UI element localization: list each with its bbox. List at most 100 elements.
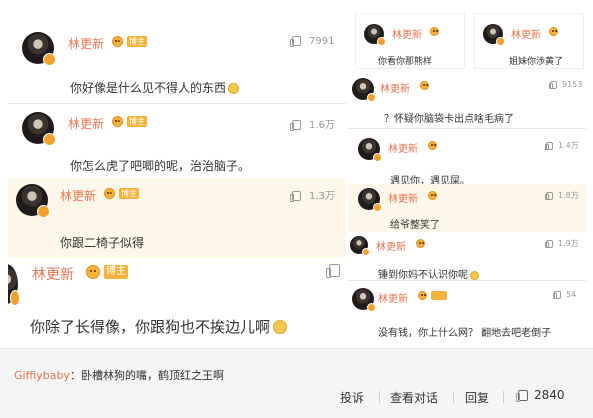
thumbs-up-icon xyxy=(545,239,553,248)
bottom-comment-text: ：卧槽林狗的嘴，鹤顶红之王啊 xyxy=(69,369,224,382)
like-button[interactable]: 9153 xyxy=(549,80,583,89)
like-count: 2840 xyxy=(534,388,565,402)
comment-text: ？怀疑你脑袋卡出点啥毛病了 xyxy=(384,114,514,125)
thumbs-up-icon xyxy=(545,141,553,150)
crown-icon xyxy=(428,141,437,150)
crown-icon xyxy=(86,265,100,279)
blogger-badge: 博主 xyxy=(127,116,147,127)
comment-card: 林更新 54 没有钱，你上什么网？ 翻地去吧老倒子 xyxy=(348,282,586,346)
comment-card: 林更新 1.4万 遇见你，遇见屎。 xyxy=(348,134,586,187)
avatar[interactable] xyxy=(350,236,370,256)
left-comment-panel: 林更新 博主 7991 你好像是什么见不得人的东西 林更新 博主 1.6万 你怎… xyxy=(8,24,346,346)
crown-icon xyxy=(430,27,439,36)
like-button[interactable]: 1.6万 xyxy=(290,116,335,131)
emoji-icon xyxy=(470,271,479,280)
comment-card: 林更新 博主 1.3万 你跟二椅子似得 xyxy=(8,178,346,258)
comment-text: 你跟二椅子似得 xyxy=(60,236,145,250)
comment-line: Giffiybaby：卧槽林狗的嘴，鹤顶红之王啊 xyxy=(14,367,224,383)
username[interactable]: 林更新 xyxy=(376,238,406,253)
like-button[interactable] xyxy=(326,264,340,278)
like-button[interactable]: 2840 xyxy=(515,388,565,402)
like-button[interactable]: 1.8万 xyxy=(545,190,579,201)
avatar[interactable] xyxy=(483,24,505,46)
blogger-badge: 博主 xyxy=(127,36,147,47)
comment-card: 林更新 博主 你除了长得像，你跟狗也不挨边儿啊 xyxy=(8,258,346,346)
emoji-icon xyxy=(273,320,288,334)
comment-text: 没有钱，你上什么网？ 翻地去吧老倒子 xyxy=(378,328,552,339)
crown-icon xyxy=(104,188,115,199)
avatar[interactable] xyxy=(16,184,50,218)
crown-icon xyxy=(428,191,437,200)
avatar[interactable] xyxy=(8,264,21,306)
like-count: 1.9万 xyxy=(558,239,579,248)
username[interactable]: 林更新 xyxy=(60,187,96,204)
comment-card: 林更新 1.9万 锤到你妈不认识你呢 xyxy=(348,232,586,281)
username[interactable]: 林更新 xyxy=(378,290,408,305)
divider xyxy=(8,103,346,104)
crown-icon xyxy=(112,36,123,47)
reply-button[interactable]: 回复 xyxy=(465,389,489,406)
comment-text: 姐妹你涉黄了 xyxy=(509,57,564,67)
thumbs-up-icon xyxy=(290,191,301,202)
crown-icon xyxy=(416,239,425,248)
report-button[interactable]: 投诉 xyxy=(340,389,364,406)
crown-icon xyxy=(420,81,429,90)
comment-text: 给爷整笑了 xyxy=(390,220,440,231)
divider xyxy=(503,391,504,403)
avatar[interactable] xyxy=(352,78,376,102)
like-count: 1.8万 xyxy=(558,191,579,200)
comment-text: 你好像是什么见不得人的东西 xyxy=(70,79,240,96)
like-button[interactable]: 1.3万 xyxy=(290,187,335,202)
thumbs-up-icon xyxy=(290,120,301,131)
avatar[interactable] xyxy=(364,24,386,46)
divider xyxy=(379,391,380,403)
thumbs-up-icon xyxy=(545,191,553,200)
avatar[interactable] xyxy=(352,288,376,312)
avatar[interactable] xyxy=(358,138,382,162)
like-button[interactable]: 1.4万 xyxy=(545,140,579,151)
username[interactable]: 林更新 xyxy=(32,264,74,284)
crown-icon xyxy=(418,291,427,300)
like-count: 1.6万 xyxy=(309,120,335,131)
avatar[interactable] xyxy=(22,112,56,146)
screenshot-collage: 林更新 博主 7991 你好像是什么见不得人的东西 林更新 博主 1.6万 你怎… xyxy=(0,0,593,418)
avatar[interactable] xyxy=(358,188,382,212)
like-button[interactable]: 7991 xyxy=(290,36,335,47)
thumbs-up-icon xyxy=(515,390,528,402)
right-top-card: 林更新 你看你那熊样 xyxy=(355,13,465,69)
username[interactable]: 林更新 xyxy=(380,80,410,95)
comment-card: 林更新 博主 7991 你好像是什么见不得人的东西 xyxy=(8,24,346,104)
comment-text: 你怎么虎了吧唧的呢，治治脑子。 xyxy=(70,159,251,173)
comment-card: 林更新 9153 ？怀疑你脑袋卡出点啥毛病了 xyxy=(348,74,586,126)
thumbs-up-icon xyxy=(549,80,557,89)
comment-card: 林更新 1.8万 给爷整笑了 xyxy=(348,184,586,232)
like-count: 7991 xyxy=(309,36,335,47)
like-count: 54 xyxy=(566,290,577,299)
commenter-username[interactable]: Giffiybaby xyxy=(14,369,70,382)
bottom-comment-bar: Giffiybaby：卧槽林狗的嘴，鹤顶红之王啊 投诉 查看对话 回复 2840 xyxy=(0,348,593,418)
thumbs-up-icon xyxy=(553,290,561,299)
username[interactable]: 林更新 xyxy=(388,190,418,205)
comment-text: 锤到你妈不认识你呢 xyxy=(378,266,479,281)
divider xyxy=(348,280,586,281)
avatar[interactable] xyxy=(22,32,56,66)
divider xyxy=(453,391,454,403)
thumbs-up-icon xyxy=(326,264,340,278)
like-button[interactable]: 54 xyxy=(553,290,577,299)
blogger-badge xyxy=(431,291,447,300)
like-button[interactable]: 1.9万 xyxy=(545,238,579,249)
thumbs-up-icon xyxy=(290,36,301,47)
username[interactable]: 林更新 xyxy=(68,115,104,132)
username[interactable]: 林更新 xyxy=(392,26,422,41)
right-top-card: 林更新 姐妹你涉黄了 xyxy=(474,13,584,69)
like-count: 1.3万 xyxy=(309,191,335,202)
username[interactable]: 林更新 xyxy=(511,26,541,41)
emoji-icon xyxy=(228,83,240,94)
username[interactable]: 林更新 xyxy=(388,140,418,155)
blogger-badge: 博主 xyxy=(119,188,139,199)
crown-icon xyxy=(112,116,123,127)
username[interactable]: 林更新 xyxy=(68,35,104,52)
like-count: 9153 xyxy=(562,80,583,89)
view-conversation-button[interactable]: 查看对话 xyxy=(390,389,438,406)
comment-card: 林更新 博主 1.6万 你怎么虎了吧唧的呢，治治脑子。 xyxy=(8,106,346,180)
